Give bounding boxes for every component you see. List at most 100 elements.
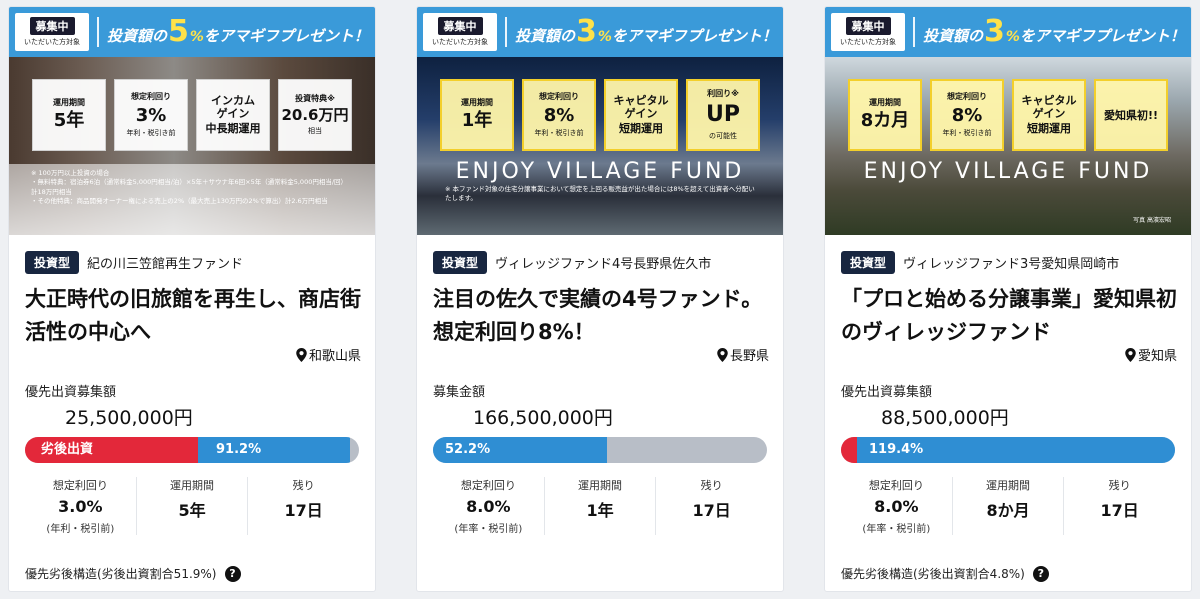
stat-yield: 想定利回り 8.0% (年率・税引前): [433, 477, 544, 535]
promo-prefix: 投資額の: [515, 27, 576, 45]
stat-yield: 想定利回り 3.0% (年利・税引前): [25, 477, 136, 535]
promo-prefix: 投資額の: [107, 27, 168, 45]
funding-progress-bar: 119.4%: [841, 437, 1175, 463]
promo-header: 募集中 いただいた方対象 投資額の 3 % をアマギフプレゼント！: [417, 7, 783, 57]
fund-type-badge: 投資型: [841, 251, 896, 274]
recruiting-badge-sub: いただいた方対象: [432, 38, 488, 46]
feature-value: 愛知県初!!: [1103, 109, 1159, 123]
feature-value: 短期運用: [1027, 122, 1071, 136]
stat-label: 運用期間: [170, 479, 214, 492]
fund-type-row: 投資型 ヴィレッジファンド4号長野県佐久市: [433, 251, 711, 274]
feature-box: 運用期間 8カ月: [848, 79, 922, 151]
fund-headline[interactable]: 「プロと始める分譲事業」愛知県初のヴィレッジファンド: [841, 283, 1185, 349]
stat-label: 想定利回り: [52, 479, 108, 492]
prefecture: 和歌山県: [308, 349, 361, 364]
fund-headline[interactable]: 注目の佐久で実績の4号ファンド。想定利回り8%！: [433, 283, 777, 349]
recruiting-badge: 募集中 いただいた方対象: [15, 13, 89, 51]
stat-label: 残り: [1108, 479, 1131, 492]
fund-headline[interactable]: 大正時代の旧旅館を再生し、商店街活性の中心へ: [25, 283, 369, 349]
progress-percent: 119.4%: [869, 442, 924, 457]
feature-box: 想定利回り 8% 年利・税引き前: [522, 79, 596, 151]
feature-box: キャピタル ゲイン 短期運用: [604, 79, 678, 151]
feature-value: 8%: [951, 104, 983, 126]
feature-label: 投資特典※: [295, 93, 335, 103]
fund-name[interactable]: ヴィレッジファンド3号愛知県岡崎市: [903, 253, 1119, 272]
feature-sub: の可能性: [709, 131, 737, 140]
fund-name[interactable]: ヴィレッジファンド4号長野県佐久市: [495, 253, 711, 272]
fund-name[interactable]: 紀の川三笠館再生ファンド: [87, 253, 243, 272]
stat-label: 運用期間: [986, 479, 1030, 492]
recruiting-badge: 募集中 いただいた方対象: [831, 13, 905, 51]
promo-text: 投資額の 3 % をアマギフプレゼント！: [515, 17, 777, 47]
recruiting-badge-label: 募集中: [845, 17, 891, 35]
stat-note: (年率・税引前): [862, 524, 931, 535]
promo-amount: 5: [168, 14, 189, 49]
stat-value: 17日: [1100, 501, 1139, 520]
progress-percent: 52.2%: [445, 442, 491, 457]
promo-unit: %: [189, 29, 204, 45]
fund-type-row: 投資型 ヴィレッジファンド3号愛知県岡崎市: [841, 251, 1119, 274]
map-pin-icon: [717, 347, 728, 362]
feature-label: 運用期間: [869, 97, 901, 107]
promo-unit: %: [1005, 29, 1020, 45]
feature-box: 利回り※ UP の可能性: [686, 79, 760, 151]
promo-amount: 3: [576, 14, 597, 49]
feature-label: 利回り※: [707, 89, 739, 99]
location: 愛知県: [1125, 345, 1177, 364]
structure-info: 優先劣後構造(劣後出資割合51.9%) ?: [25, 565, 241, 582]
recruiting-badge-sub: いただいた方対象: [24, 38, 80, 46]
feature-box: 投資特典※ 20.6万円 相当: [278, 79, 352, 151]
promo-header: 募集中 いただいた方対象 投資額の 3 % をアマギフプレゼント！: [825, 7, 1191, 57]
divider: [913, 17, 915, 47]
stat-label: 想定利回り: [460, 479, 516, 492]
stat-label: 想定利回り: [868, 479, 924, 492]
prefecture: 長野県: [729, 349, 769, 364]
fund-banner-image[interactable]: 募集中 いただいた方対象 投資額の 3 % をアマギフプレゼント！ 運用期間 1…: [417, 7, 783, 235]
location: 和歌山県: [296, 345, 361, 364]
stat-value: 8.0%: [874, 497, 919, 516]
recruiting-badge-label: 募集中: [29, 17, 75, 35]
stat-period: 運用期間 8か月: [951, 477, 1064, 535]
structure-text: 優先劣後構造(劣後出資割合4.8%): [841, 567, 1025, 581]
stat-period: 運用期間 5年: [135, 477, 248, 535]
map-pin-icon: [1125, 347, 1136, 362]
feature-label: 想定利回り: [539, 92, 579, 101]
fund-type-row: 投資型 紀の川三笠館再生ファンド: [25, 251, 243, 274]
divider: [97, 17, 99, 47]
stat-remaining: 残り 17日: [1063, 477, 1175, 535]
promo-text: 投資額の 5 % をアマギフプレゼント！: [107, 17, 369, 47]
feature-boxes: 運用期間 5年 想定利回り 3% 年利・税引き前 インカム ゲイン 中長期運用 …: [9, 79, 375, 151]
promo-text: 投資額の 3 % をアマギフプレゼント！: [923, 17, 1185, 47]
banner-footnote: ※ 100万円以上投資の場合 ・無料特典：宿泊券6泊（通常料金5,000円相当/…: [31, 169, 348, 206]
feature-value: 8%: [543, 104, 575, 126]
feature-label: 運用期間: [461, 97, 493, 107]
banner-footnote: ※ 本ファンド対象の住宅分譲事業において想定を上回る販売益が出た場合には8%を超…: [445, 185, 755, 203]
promo-prefix: 投資額の: [923, 27, 984, 45]
promo-header: 募集中 いただいた方対象 投資額の 5 % をアマギフプレゼント！: [9, 7, 375, 57]
fund-banner-image[interactable]: 募集中 いただいた方対象 投資額の 3 % をアマギフプレゼント！ 運用期間 8…: [825, 7, 1191, 235]
recruiting-badge: 募集中 いただいた方対象: [423, 13, 497, 51]
fund-banner-image[interactable]: 募集中 いただいた方対象 投資額の 5 % をアマギフプレゼント！ 運用期間 5…: [9, 7, 375, 235]
fund-logo-text: ENJOY VILLAGE FUND: [863, 159, 1153, 184]
question-circle-icon[interactable]: ?: [224, 565, 241, 582]
feature-value: 20.6万円: [281, 105, 349, 124]
stat-value: 3.0%: [58, 497, 103, 516]
amount-label: 優先出資募集額: [841, 385, 933, 400]
feature-value: 短期運用: [619, 122, 663, 136]
feature-box: 愛知県初!!: [1094, 79, 1168, 151]
promo-suffix: をアマギフプレゼント！: [1019, 27, 1185, 45]
feature-label: 想定利回り: [131, 92, 171, 101]
amount-label: 優先出資募集額: [25, 385, 117, 400]
progress-percent: 91.2%: [216, 442, 262, 457]
feature-label: 運用期間: [53, 97, 85, 107]
fund-card[interactable]: 募集中 いただいた方対象 投資額の 5 % をアマギフプレゼント！ 運用期間 5…: [8, 6, 376, 592]
fund-card[interactable]: 募集中 いただいた方対象 投資額の 3 % をアマギフプレゼント！ 運用期間 1…: [416, 6, 784, 592]
stat-label: 残り: [700, 479, 723, 492]
fund-type-badge: 投資型: [25, 251, 80, 274]
feature-boxes: 運用期間 1年 想定利回り 8% 年利・税引き前 キャピタル ゲイン 短期運用 …: [417, 79, 783, 151]
map-pin-icon: [296, 347, 307, 362]
question-circle-icon[interactable]: ?: [1032, 565, 1049, 582]
fund-card[interactable]: 募集中 いただいた方対象 投資額の 3 % をアマギフプレゼント！ 運用期間 8…: [824, 6, 1192, 592]
feature-value: 5年: [53, 110, 85, 132]
stat-yield: 想定利回り 8.0% (年率・税引前): [841, 477, 952, 535]
